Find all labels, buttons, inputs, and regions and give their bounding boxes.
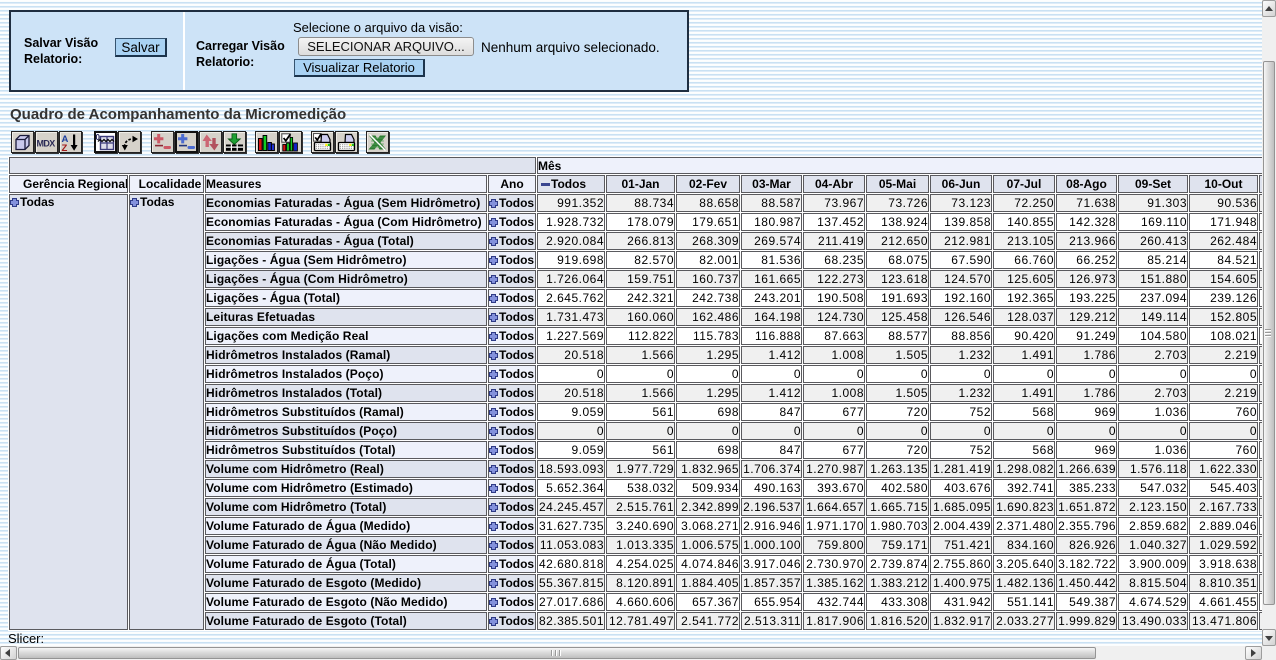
svg-text:Z: Z	[62, 143, 68, 152]
svg-text:MDX: MDX	[37, 139, 55, 149]
